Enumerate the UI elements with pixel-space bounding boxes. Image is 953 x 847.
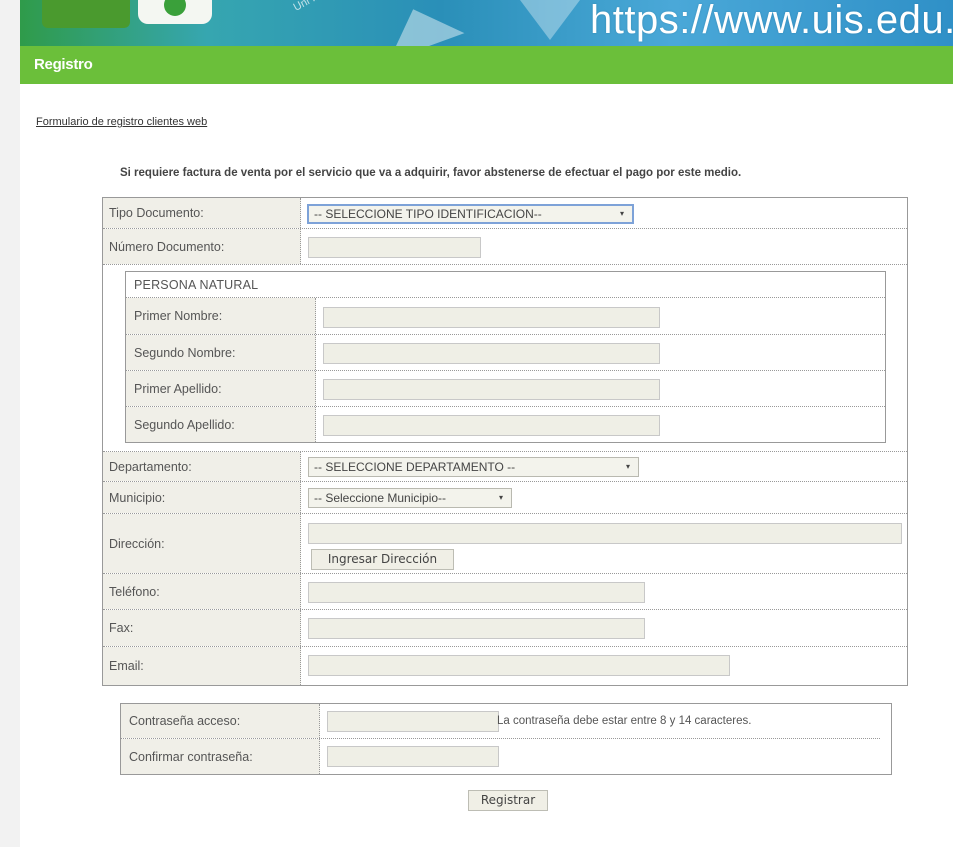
row-fax: Fax: [103,610,907,647]
tipo-documento-value: -- SELECCIONE TIPO IDENTIFICACION-- [314,207,542,221]
row-municipio: Municipio: -- Seleccione Municipio-- ▾ [103,482,907,514]
departamento-label: Departamento: [103,452,301,481]
row-numero-documento: Número Documento: [103,229,907,265]
row-primer-apellido: Primer Apellido: [126,370,885,406]
email-label: Email: [103,647,301,685]
row-confirm-password: Confirmar contraseña: [121,739,880,774]
banner-green-tile [42,0,130,28]
banner-url-text: https://www.uis.edu.c [590,0,953,42]
banner-decoration [375,0,465,46]
persona-natural-title: PERSONA NATURAL [134,278,259,292]
segundo-apellido-label: Segundo Apellido: [126,407,316,442]
row-email: Email: [103,647,907,685]
numero-documento-label: Número Documento: [103,229,301,264]
departamento-value: -- SELECCIONE DEPARTAMENTO -- [314,460,516,474]
segundo-nombre-label: Segundo Nombre: [126,335,316,370]
row-segundo-apellido: Segundo Apellido: [126,406,885,442]
confirm-password-input[interactable] [327,746,499,767]
banner-watermark: Uni Industr Santander [292,0,392,14]
segundo-nombre-input[interactable] [323,343,660,364]
numero-documento-input[interactable] [308,237,481,258]
chevron-down-icon: ▾ [619,209,624,218]
password-label: Contraseña acceso: [121,704,320,738]
row-telefono: Teléfono: [103,574,907,610]
primer-apellido-label: Primer Apellido: [126,371,316,406]
left-margin-strip [0,0,20,847]
segundo-apellido-input[interactable] [323,415,660,436]
ingresar-direccion-button[interactable]: Ingresar Dirección [311,549,454,570]
primer-nombre-input[interactable] [323,307,660,328]
fax-label: Fax: [103,610,301,646]
municipio-label: Municipio: [103,482,301,513]
telefono-label: Teléfono: [103,574,301,609]
tipo-documento-select[interactable]: -- SELECCIONE TIPO IDENTIFICACION-- ▾ [307,204,634,224]
banner-decoration-2 [520,0,580,40]
direccion-label: Dirección: [103,514,301,573]
chevron-down-icon: ▾ [498,493,503,502]
row-departamento: Departamento: -- SELECCIONE DEPARTAMENTO… [103,452,907,482]
municipio-select[interactable]: -- Seleccione Municipio-- ▾ [308,488,512,508]
primer-apellido-input[interactable] [323,379,660,400]
confirm-password-label: Confirmar contraseña: [121,739,320,774]
password-box: Contraseña acceso: La contraseña debe es… [120,703,892,775]
row-primer-nombre: Primer Nombre: [126,297,885,334]
row-tipo-documento: Tipo Documento: -- SELECCIONE TIPO IDENT… [103,198,907,229]
persona-natural-box: PERSONA NATURAL Primer Nombre: Segundo N… [125,271,886,443]
departamento-select[interactable]: -- SELECCIONE DEPARTAMENTO -- ▾ [308,457,639,477]
tipo-documento-label: Tipo Documento: [103,198,301,228]
primer-nombre-label: Primer Nombre: [126,298,316,334]
form-title-link[interactable]: Formulario de registro clientes web [36,116,207,128]
row-password: Contraseña acceso: La contraseña debe es… [121,704,880,739]
logo-icon [138,0,212,24]
password-hint: La contraseña debe estar entre 8 y 14 ca… [497,715,752,727]
password-input[interactable] [327,711,499,732]
telefono-input[interactable] [308,582,645,603]
fax-input[interactable] [308,618,645,639]
municipio-value: -- Seleccione Municipio-- [314,491,447,505]
row-direccion: Dirección: Ingresar Dirección [103,514,907,574]
row-segundo-nombre: Segundo Nombre: [126,334,885,370]
direccion-input[interactable] [308,523,902,544]
registrar-button[interactable]: Registrar [468,790,548,811]
email-input[interactable] [308,655,730,676]
section-title: Registro [20,46,953,84]
header-banner: Uni Industr Santander https://www.uis.ed… [20,0,953,46]
invoice-notice: Si requiere factura de venta por el serv… [120,167,742,179]
chevron-down-icon: ▾ [625,462,630,471]
